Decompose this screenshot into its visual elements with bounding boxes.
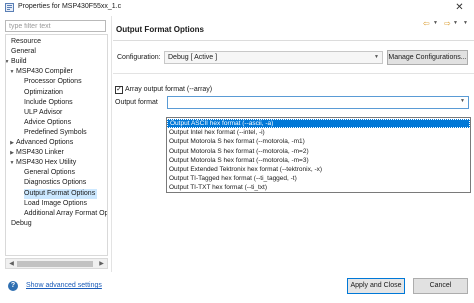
array-output-checkbox[interactable]: ✓: [115, 86, 123, 94]
back-arrow-icon[interactable]: ⇦: [423, 19, 433, 28]
tree-expand-twisty-icon[interactable]: ▼: [9, 160, 15, 166]
tree-item[interactable]: Optimization: [24, 88, 63, 98]
tree-item[interactable]: Output Format Options: [24, 188, 98, 199]
tree-item[interactable]: Additional Array Format Op: [24, 209, 107, 219]
filter-input[interactable]: [5, 20, 106, 32]
tree-expand-twisty-icon[interactable]: ▶: [9, 150, 15, 156]
output-format-option[interactable]: Output Motorola S hex format (--motorola…: [167, 137, 470, 146]
configuration-select[interactable]: Debug [ Active ] ▼: [164, 51, 383, 64]
content-divider: [113, 73, 474, 74]
output-format-option[interactable]: Output Motorola S hex format (--motorola…: [167, 156, 470, 165]
pane-divider[interactable]: [111, 16, 112, 272]
chevron-down-icon: ▼: [460, 98, 465, 104]
output-format-option[interactable]: Output TI-Tagged hex format (--ti_tagged…: [167, 174, 470, 183]
cancel-button[interactable]: Cancel: [413, 278, 468, 294]
tree-expand-twisty-icon[interactable]: ▶: [9, 140, 15, 146]
tree-item[interactable]: Debug: [11, 219, 32, 229]
tree-expand-twisty-icon[interactable]: ▼: [9, 69, 15, 75]
array-output-label[interactable]: Array output format (--array): [125, 86, 212, 93]
back-history-chevron-down-icon[interactable]: ▼: [433, 20, 439, 26]
help-icon[interactable]: ?: [8, 281, 18, 291]
tree-item[interactable]: Resource: [11, 37, 41, 47]
show-advanced-settings-link[interactable]: Show advanced settings: [26, 282, 102, 289]
output-format-select[interactable]: ▼: [167, 96, 469, 109]
output-format-option[interactable]: Output TI-TXT hex format (--ti_txt): [167, 183, 470, 192]
output-format-option[interactable]: Output Extended Tektronix hex format (--…: [167, 165, 470, 174]
tree-item[interactable]: MSP430 Compiler: [16, 67, 73, 77]
scroll-left-arrow-icon[interactable]: ◀: [7, 260, 16, 268]
page-title: Output Format Options: [116, 25, 204, 34]
configuration-label: Configuration:: [117, 54, 161, 61]
tree-item[interactable]: MSP430 Hex Utility: [16, 158, 76, 168]
tree-item[interactable]: Diagnostics Options: [24, 178, 86, 188]
chevron-down-icon: ▼: [374, 54, 379, 60]
tree-item[interactable]: Advanced Options: [16, 138, 73, 148]
view-menu-chevron-down-icon[interactable]: ▼: [463, 20, 469, 26]
tree-item[interactable]: ULP Advisor: [24, 108, 62, 118]
forward-history-chevron-down-icon[interactable]: ▼: [453, 20, 459, 26]
output-format-option[interactable]: Output ASCII hex format (--ascii, -a): [167, 119, 470, 128]
close-icon[interactable]: ✕: [453, 2, 466, 13]
property-tree: Resource General ▼ Build ▼ MSP430 Compiler Pro…: [5, 34, 108, 256]
output-format-dropdown-list: Output ASCII hex format (--ascii, -a) Out…: [166, 117, 471, 193]
output-format-label: Output format: [115, 99, 158, 106]
header-divider: [113, 40, 474, 41]
tree-item[interactable]: Predefined Symbols: [24, 128, 87, 138]
tree-item[interactable]: Load Image Options: [24, 199, 87, 209]
tree-horizontal-scrollbar[interactable]: ◀ ▶: [5, 258, 108, 269]
title-bar: Properties for MSP430F55xx_1.c ✕: [0, 0, 474, 15]
scroll-right-arrow-icon[interactable]: ▶: [97, 260, 106, 268]
tree-expand-twisty-icon[interactable]: ▼: [6, 59, 10, 65]
page-header: Output Format Options ⇦ ▼ ⇨ ▼ ▼: [113, 18, 474, 39]
tree-item[interactable]: Build: [11, 57, 27, 67]
apply-and-close-button[interactable]: Apply and Close: [347, 278, 405, 294]
window-title: Properties for MSP430F55xx_1.c: [18, 3, 122, 10]
properties-app-icon: [5, 3, 14, 12]
tree-item[interactable]: General Options: [24, 168, 75, 178]
tree-item[interactable]: General: [11, 47, 36, 57]
output-format-option[interactable]: Output Motorola S hex format (--motorola…: [167, 147, 470, 156]
tree-item[interactable]: Include Options: [24, 98, 73, 108]
manage-configurations-button[interactable]: Manage Configurations...: [387, 50, 468, 65]
configuration-value: Debug [ Active ]: [168, 54, 218, 61]
output-format-option[interactable]: Output Intel hex format (--intel, -i): [167, 128, 470, 137]
tree-item[interactable]: MSP430 Linker: [16, 148, 64, 158]
tree-item[interactable]: Processor Options: [24, 77, 82, 87]
scrollbar-thumb[interactable]: [17, 261, 93, 267]
tree-item[interactable]: Advice Options: [24, 118, 71, 128]
